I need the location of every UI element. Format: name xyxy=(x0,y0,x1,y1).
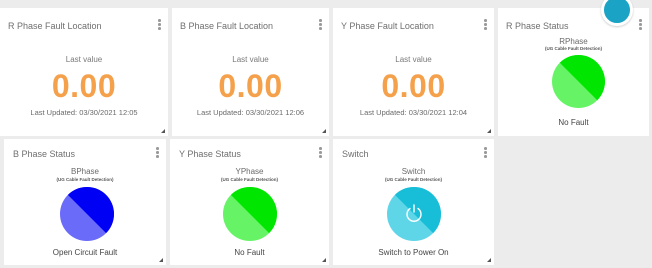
last-updated-text: Last Updated: 03/30/2021 12:05 xyxy=(30,108,138,117)
card-title: R Phase Status xyxy=(506,21,569,31)
phase-name: YPhase xyxy=(235,167,264,176)
last-value-label: Last value xyxy=(395,55,432,64)
phase-name: RPhase xyxy=(559,37,588,46)
card-title: B Phase Status xyxy=(13,149,76,159)
status-text: Open Circuit Fault xyxy=(52,248,118,257)
status-text: No Fault xyxy=(234,248,265,257)
kebab-menu-icon[interactable] xyxy=(484,147,487,158)
r-phase-status-card: R Phase Status RPhase (UG Cable Fault De… xyxy=(498,0,649,136)
phase-subtitle: (UG Cable Fault Detection) xyxy=(544,46,602,51)
kebab-menu-icon[interactable] xyxy=(484,19,487,30)
card-title: Y Phase Fault Location xyxy=(341,21,434,31)
status-indicator-circle xyxy=(223,187,277,241)
resize-handle-icon[interactable] xyxy=(487,258,491,262)
card-title: B Phase Fault Location xyxy=(180,21,274,31)
status-text: Switch to Power On xyxy=(378,248,449,257)
last-updated-text: Last Updated: 03/30/2021 12:04 xyxy=(359,108,468,117)
resize-handle-icon[interactable] xyxy=(322,129,326,133)
power-switch-button[interactable] xyxy=(387,187,441,241)
resize-handle-icon[interactable] xyxy=(159,258,163,262)
b-phase-fault-location-card: B Phase Fault Location Last value 0.00 L… xyxy=(172,8,329,136)
resize-handle-icon[interactable] xyxy=(487,129,491,133)
switch-card: Switch Switch (UG Cable Fault Detection)… xyxy=(333,139,494,265)
card-title: R Phase Fault Location xyxy=(8,21,102,31)
y-phase-status-card: Y Phase Status YPhase (UG Cable Fault De… xyxy=(170,139,329,265)
card-title: Y Phase Status xyxy=(179,149,241,159)
kebab-menu-icon[interactable] xyxy=(639,19,642,30)
last-value-label: Last value xyxy=(232,55,269,64)
last-value-label: Last value xyxy=(65,55,103,64)
resize-handle-icon[interactable] xyxy=(161,129,165,133)
card-title: Switch xyxy=(342,149,369,159)
last-value-number: 0.00 xyxy=(218,68,283,104)
kebab-menu-icon[interactable] xyxy=(158,19,161,30)
phase-name: BPhase xyxy=(70,167,100,176)
last-value-number: 0.00 xyxy=(381,68,446,104)
status-text: No Fault xyxy=(558,118,589,127)
y-phase-fault-location-card: Y Phase Fault Location Last value 0.00 L… xyxy=(333,8,494,136)
phase-subtitle: (UG Cable Fault Detection) xyxy=(220,177,278,182)
switch-subtitle: (UG Cable Fault Detection) xyxy=(384,177,442,182)
resize-handle-icon[interactable] xyxy=(322,258,326,262)
kebab-menu-icon[interactable] xyxy=(319,147,322,158)
b-phase-status-card: B Phase Status BPhase (UG Cable Fault De… xyxy=(4,139,166,265)
notification-badge-icon[interactable] xyxy=(601,0,633,26)
last-updated-text: Last Updated: 03/30/2021 12:06 xyxy=(196,108,305,117)
status-indicator-circle xyxy=(552,55,605,108)
kebab-menu-icon[interactable] xyxy=(319,19,322,30)
phase-subtitle: (UG Cable Fault Detection) xyxy=(56,177,114,182)
switch-name: Switch xyxy=(401,167,426,176)
r-phase-fault-location-card: R Phase Fault Location Last value 0.00 L… xyxy=(0,8,168,136)
last-value-number: 0.00 xyxy=(51,68,117,104)
status-indicator-circle xyxy=(60,187,114,241)
kebab-menu-icon[interactable] xyxy=(156,147,159,158)
